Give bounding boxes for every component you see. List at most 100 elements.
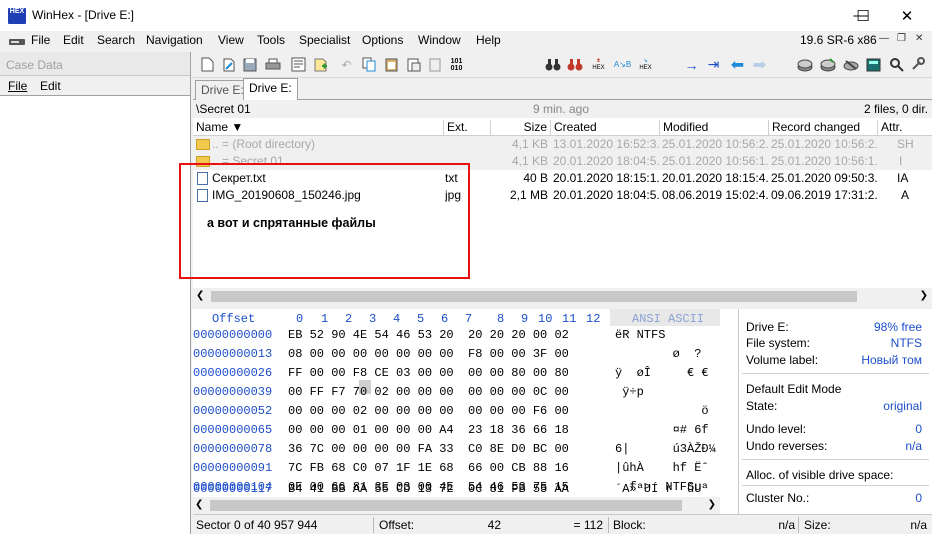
cluster-label: Cluster No.: [746,491,810,505]
tab-drive-e-2[interactable]: Drive E: [243,78,298,100]
menu-help[interactable]: Help [476,33,501,47]
new-file-icon[interactable] [199,56,216,73]
drive-menu-icon[interactable] [9,36,25,46]
menu-specialist[interactable]: Specialist [299,33,350,47]
info-divider [742,373,929,374]
menu-window[interactable]: Window [418,33,461,47]
scroll-left-icon[interactable]: ❮ [196,290,204,301]
case-menu-edit[interactable]: Edit [40,79,61,93]
info-panel: Drive E: 98% free File system: NTFS Volu… [738,309,932,514]
col-name[interactable]: Name ▼ [193,120,444,136]
mdi-minimize-icon[interactable]: — [879,33,889,44]
status-divider [373,517,374,533]
menu-edit[interactable]: Edit [63,33,84,47]
menu-search[interactable]: Search [97,33,135,47]
undo-reverses-label: Undo reverses: [746,439,828,453]
hex-hscroll-thumb[interactable] [210,500,682,511]
drive-free-value: 98% free [873,320,922,334]
window-title: WinHex - [Drive E:] [32,8,135,22]
add-icon[interactable] [312,56,329,73]
snapshot-age: 9 min. ago [533,102,590,116]
hex-col-2: 2 [345,312,353,326]
col-size[interactable]: Size [491,120,551,136]
goto-sector-icon[interactable]: ⇥ [705,56,722,73]
col-created[interactable]: Created [551,120,660,136]
file-list-hscrollbar[interactable]: ❮ ❯ [193,288,932,305]
maximize-button[interactable]: ☐ [840,0,886,31]
disk-edit-icon[interactable] [819,56,836,73]
undo-icon[interactable]: ↶ [338,56,355,73]
file-list-hscroll-thumb[interactable] [211,291,857,302]
winhex-app-icon: HEX [8,8,26,24]
replace-text-icon[interactable]: A↘B [614,56,631,73]
col-attr[interactable]: Attr. [878,120,932,136]
hex-col-8: 8 [497,312,505,326]
undo-reverses-value: n/a [905,439,922,453]
hex-col-7: 7 [465,312,473,326]
find-hex-icon[interactable] [566,56,583,73]
info-divider [742,485,929,486]
annotation-text: а вот и спрятанные файлы [207,216,376,230]
hex-col-5: 5 [417,312,425,326]
mdi-restore-icon[interactable]: ❐ [897,33,906,44]
info-divider [742,459,929,460]
find-text-icon[interactable] [544,56,561,73]
search-icon[interactable] [888,56,905,73]
close-button[interactable]: ✕ [884,0,930,31]
scroll-right-icon[interactable]: ❯ [920,290,928,301]
folder-icon [196,139,210,150]
back-icon[interactable]: ⬅ [729,56,746,74]
col-modified[interactable]: Modified [660,120,769,136]
hex-offset-header: Offset [212,312,256,326]
hex-col-10: 10 [538,312,553,326]
hex-col-12: 12 [586,312,601,326]
open-disk-icon[interactable] [796,56,813,73]
col-ext[interactable]: Ext. [444,120,491,136]
item-count: 2 files, 0 dir. [863,102,928,116]
case-menu-file[interactable]: File [8,79,27,93]
save-icon[interactable] [242,56,259,73]
menu-options[interactable]: Options [362,33,403,47]
menu-navigation[interactable]: Navigation [146,33,203,47]
volume-value: Новый том [861,353,922,367]
properties-icon[interactable] [290,56,307,73]
mdi-close-icon[interactable]: ✕ [915,33,923,44]
undo-level-value: 0 [915,422,922,436]
hex-scroll-right-icon[interactable]: ❯ [708,499,716,510]
menu-tools[interactable]: Tools [257,33,285,47]
menu-view[interactable]: View [218,33,244,47]
clipboard-icon[interactable] [383,56,400,73]
case-data-panel: Case Data File Edit [0,52,191,534]
forward-icon[interactable]: ➡ [751,56,768,74]
menu-file[interactable]: File [31,33,50,47]
ansi-ascii-header: ANSI ASCII [632,312,705,326]
paste-icon[interactable] [405,56,422,73]
undo-level-label: Undo level: [746,422,807,436]
replace-hex-values-icon[interactable]: ↘ HEX [637,56,654,73]
cluster-value: 0 [915,491,922,505]
maximize-icon: ☐ [856,7,870,25]
binary-icon[interactable]: 101 010 [448,56,465,73]
current-path: \Secret 01 [196,102,251,116]
copy-block-icon[interactable] [361,56,378,73]
sort-down-icon: ▼ [231,120,244,134]
hex-scroll-left-icon[interactable]: ❮ [195,499,203,510]
print-icon[interactable] [264,56,281,73]
settings-icon[interactable] [909,56,926,73]
hex-col-4: 4 [393,312,401,326]
table-row[interactable]: .. = (Root directory) 4,1 KB 13.01.2020 … [193,136,932,153]
volume-label: Volume label: [746,353,819,367]
calculator-icon[interactable] [865,56,882,73]
replace-hex-icon[interactable]: ᴥ HEX [590,56,607,73]
goto-offset-icon[interactable]: → [683,56,700,73]
open-file-icon[interactable] [221,56,238,73]
hex-col-0: 0 [296,312,304,326]
hex-hscrollbar[interactable]: ❮ ❯ [192,497,720,514]
drive-label: Drive E: [746,320,789,334]
write-icon[interactable] [427,56,444,73]
disk-tools-icon[interactable] [842,56,859,73]
hex-editor[interactable]: Offset 0 1 2 3 4 5 6 7 8 9 10 11 12 ANSI… [192,309,929,514]
status-offset-decimal: = 112 [573,518,603,532]
tab-drive-e-1[interactable]: Drive E: [195,80,250,100]
col-record-changed[interactable]: Record changed [769,120,878,136]
